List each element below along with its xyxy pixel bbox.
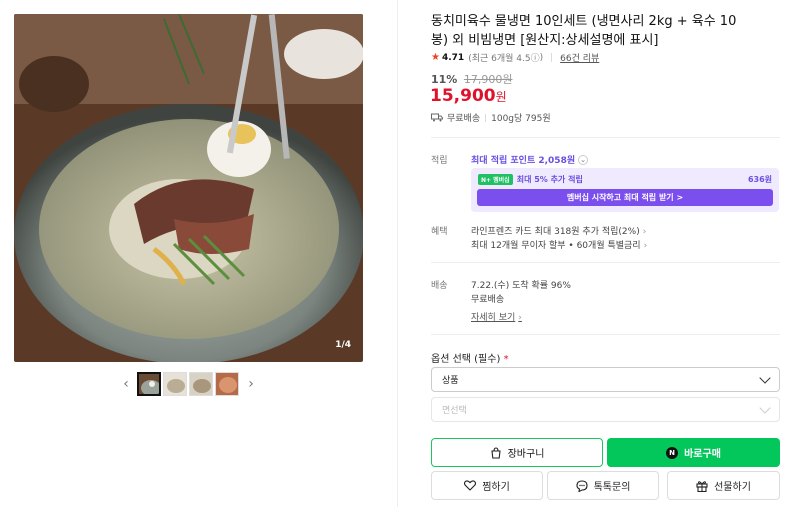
buy-now-button[interactable]: N 바로구매: [607, 438, 780, 467]
rating-row: ★ 4.71 (최근 6개월 4.5 ⓘ ) 66건 리뷰: [431, 51, 599, 64]
installment-text: 최대 12개월 무이자 할부 • 60개월 특별금리: [471, 241, 641, 251]
divider: [431, 334, 780, 335]
heart-icon: [464, 480, 477, 491]
shipping-text: 무료배송: [447, 114, 481, 124]
review-count-link[interactable]: 66건 리뷰: [560, 51, 599, 64]
membership-extra-text: 최대 5% 추가 적립: [516, 175, 583, 184]
chevron-left-icon[interactable]: ‹: [118, 375, 134, 393]
chevron-down-icon: ⌄: [578, 154, 589, 165]
max-points-dropdown[interactable]: 최대 적립 포인트 2,058원 ⌄: [471, 153, 589, 166]
divider: [551, 53, 553, 62]
thumbnail-1[interactable]: [137, 372, 161, 396]
chevron-down-icon: [759, 371, 771, 384]
star-icon: ★: [431, 52, 440, 63]
product-title: 동치미육수 물냉면 10인세트 (냉면사리 2kg + 육수 10봉) 외 비빔…: [431, 14, 737, 48]
rating-period-close: ): [539, 52, 544, 63]
cart-label: 장바구니: [507, 449, 545, 460]
start-membership-button[interactable]: 멤버십 시작하고 최대 적립 받기 >: [477, 189, 773, 206]
max-points-text: 최대 적립 포인트 2,058원: [471, 156, 576, 166]
chevron-right-icon: ›: [518, 313, 522, 323]
product-select[interactable]: 상품: [431, 367, 780, 392]
chat-bubble-icon: [576, 479, 588, 492]
divider: [431, 137, 780, 138]
membership-line: N+ 멤버십 최대 5% 추가 적립: [478, 174, 583, 185]
chevron-down-icon: [759, 401, 771, 414]
divider: [485, 113, 487, 122]
gift-button[interactable]: 선물하기: [667, 471, 780, 500]
buy-label: 바로구매: [684, 449, 721, 460]
discount-row: 11% 17,900원: [431, 71, 512, 87]
thumbnail-strip: ‹ ›: [0, 372, 377, 398]
unit-price: 100g당 795원: [491, 114, 551, 124]
delivery-details-link[interactable]: 자세히 보기 ›: [471, 310, 522, 323]
wishlist-button[interactable]: 찜하기: [431, 471, 543, 500]
original-price: 17,900원: [463, 73, 513, 86]
chevron-right-icon: ›: [643, 241, 648, 251]
add-to-cart-button[interactable]: 장바구니: [431, 438, 603, 467]
rating-score: 4.71: [441, 52, 465, 63]
column-divider: [397, 0, 398, 507]
wishlist-label: 찜하기: [482, 482, 510, 493]
sale-price: 15,900원: [430, 86, 507, 106]
card-benefit-text: 라인프렌즈 카드 최대 318원 추가 적립(2%): [471, 227, 640, 237]
rating-period: (최근 6개월 4.5: [468, 54, 531, 64]
noodle-select-placeholder: 면선택: [442, 406, 467, 416]
benefits-label: 혜택: [431, 227, 448, 237]
details-text: 자세히 보기: [471, 313, 516, 323]
thumbnail-4[interactable]: [215, 372, 239, 396]
naver-n-icon: N: [666, 446, 679, 459]
thumbnail-2[interactable]: [163, 372, 187, 396]
delivery-fee: 무료배송: [471, 295, 505, 305]
sale-price-value: 15,900: [430, 86, 496, 106]
required-mark: *: [503, 354, 509, 365]
delivery-label: 배송: [431, 281, 448, 291]
thumbnail-3[interactable]: [189, 372, 213, 396]
sale-price-unit: 원: [495, 90, 507, 104]
main-product-image[interactable]: 1/4: [14, 14, 363, 362]
chevron-right-icon: ›: [642, 227, 647, 237]
gift-label: 선물하기: [714, 482, 751, 493]
naver-plus-badge: N+ 멤버십: [478, 174, 513, 185]
cold-noodle-photo: [14, 14, 363, 362]
discount-percent: 11%: [431, 73, 458, 86]
options-label: 옵션 선택 (필수) *: [431, 350, 509, 365]
shopping-bag-icon: [490, 446, 501, 459]
delivery-arrival: 7.22.(수) 도착 확률 96%: [471, 281, 571, 291]
info-icon[interactable]: ⓘ: [531, 51, 540, 64]
points-label: 적립: [431, 156, 448, 166]
talk-inquiry-button[interactable]: 톡톡문의: [547, 471, 659, 500]
options-label-text: 옵션 선택 (필수): [431, 354, 501, 365]
product-select-value: 상품: [442, 376, 459, 386]
shipping-row: 무료배송 100g당 795원: [431, 111, 551, 124]
noodle-select[interactable]: 면선택: [431, 397, 780, 422]
membership-amount: 636원: [747, 175, 772, 184]
truck-icon: [431, 113, 443, 122]
divider: [431, 262, 780, 263]
card-benefit-link[interactable]: 라인프렌즈 카드 최대 318원 추가 적립(2%) ›: [471, 224, 646, 237]
chevron-right-icon[interactable]: ›: [243, 375, 259, 393]
talk-label: 톡톡문의: [593, 482, 631, 493]
gift-icon: [696, 480, 708, 492]
image-counter: 1/4: [335, 340, 351, 350]
installment-benefit-link[interactable]: 최대 12개월 무이자 할부 • 60개월 특별금리 ›: [471, 238, 647, 251]
membership-box: N+ 멤버십 최대 5% 추가 적립 636원 멤버십 시작하고 최대 적립 받…: [471, 168, 779, 212]
